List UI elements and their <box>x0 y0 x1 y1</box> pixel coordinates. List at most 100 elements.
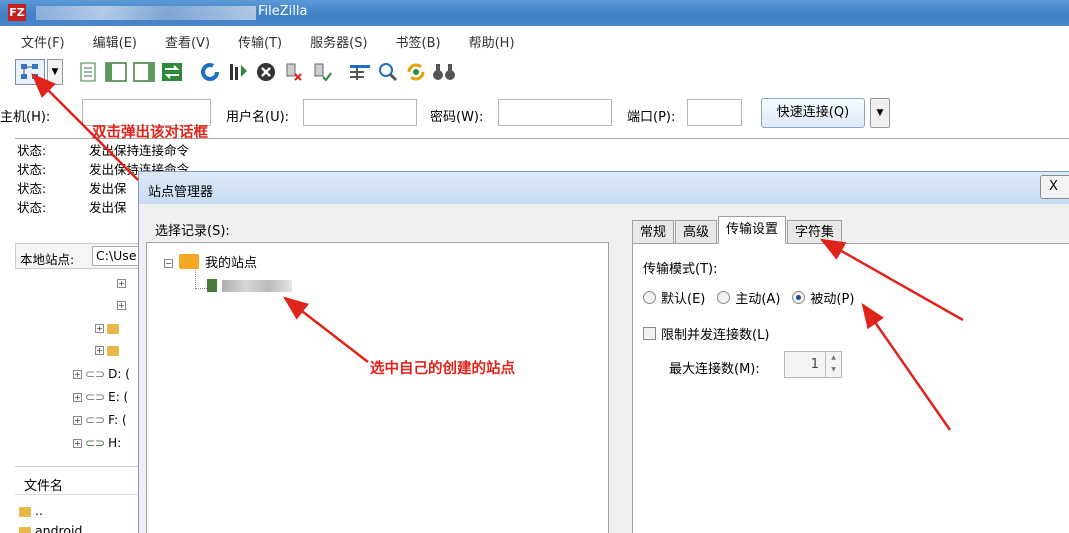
tree-node[interactable]: + <box>117 298 129 312</box>
tab-charset[interactable]: 字符集 <box>787 220 843 244</box>
compare-icon[interactable] <box>375 59 401 85</box>
host-label: 主机(H): <box>0 110 51 125</box>
process-queue-icon[interactable] <box>225 59 251 85</box>
max-connections-spinner[interactable]: 1 ▲ ▼ <box>784 351 842 378</box>
file-row[interactable]: .. <box>19 503 43 518</box>
local-site-bar: 本地站点: C:\Use <box>15 243 152 269</box>
username-input[interactable] <box>303 99 417 126</box>
radio-circle[interactable] <box>717 291 731 304</box>
radio-passive[interactable]: 被动(P) <box>792 288 854 307</box>
expand-icon[interactable]: + <box>117 279 126 288</box>
max-connections-value: 1 <box>810 357 819 372</box>
local-file-list: 文件名 .. android <box>15 466 140 533</box>
annotation-double-click: 双击弹出该对话框 <box>92 125 208 141</box>
checkbox[interactable] <box>643 327 656 340</box>
expand-icon[interactable]: + <box>73 416 82 425</box>
filezilla-logo-icon: FZ <box>8 4 26 21</box>
folder-icon <box>19 506 31 517</box>
blurred-site-name <box>222 279 292 292</box>
log-line: 状态: 发出保 <box>17 200 127 215</box>
spinner-arrows-icon[interactable]: ▲ ▼ <box>825 352 841 377</box>
menu-view[interactable]: 查看(V) <box>144 33 217 55</box>
sync-browse-icon[interactable] <box>403 59 429 85</box>
menu-transfer[interactable]: 传输(T) <box>217 33 289 55</box>
dialog-title-bar: 站点管理器 X <box>139 172 1069 204</box>
tree-node-drive-e[interactable]: + ⊂⊃ E: ( <box>73 390 128 404</box>
expand-icon[interactable]: + <box>95 346 104 355</box>
port-input[interactable] <box>687 99 742 126</box>
annotation-select-site: 选中自己的创建的站点 <box>370 361 515 377</box>
remote-tree-icon[interactable] <box>131 59 157 85</box>
dialog-title: 站点管理器 <box>148 185 214 200</box>
quickconnect-button[interactable]: 快速连接(Q) <box>761 98 865 128</box>
file-row[interactable]: android <box>19 523 82 533</box>
tree-node[interactable]: + <box>117 276 129 290</box>
folder-icon <box>19 526 31 533</box>
folder-icon <box>107 345 119 356</box>
menu-bookmarks[interactable]: 书签(B) <box>375 33 448 55</box>
radio-default[interactable]: 默认(E) <box>643 288 705 307</box>
transfer-mode-group: 默认(E) 主动(A) 被动(P) <box>643 288 854 307</box>
tree-node[interactable]: + <box>95 321 123 335</box>
tree-node-drive-h[interactable]: + ⊂⊃ H: <box>73 436 121 450</box>
tab-transfer-settings[interactable]: 传输设置 <box>718 216 787 244</box>
dropdown-arrow-icon[interactable]: ▼ <box>47 59 63 85</box>
filename-column-header[interactable]: 文件名 <box>15 467 140 495</box>
menu-server[interactable]: 服务器(S) <box>289 33 374 55</box>
close-icon[interactable]: X <box>1040 175 1069 199</box>
tab-general[interactable]: 常规 <box>632 220 675 244</box>
transfer-mode-label: 传输模式(T): <box>643 262 718 277</box>
max-connections-label: 最大连接数(M): <box>669 362 760 377</box>
site-manager-icon[interactable] <box>15 59 45 85</box>
drive-icon: ⊂⊃ <box>85 367 106 381</box>
select-entry-label: 选择记录(S): <box>155 224 230 239</box>
drive-icon: ⊂⊃ <box>85 413 106 427</box>
site-tree: − 我的站点 <box>146 242 609 533</box>
dialog-tabs: 常规 高级 传输设置 字符集 <box>632 216 843 244</box>
window-title: FileZilla <box>258 4 308 19</box>
toolbar: ▼ <box>15 57 457 87</box>
refresh-icon[interactable] <box>197 59 223 85</box>
transfer-queue-icon[interactable] <box>159 59 185 85</box>
expand-icon[interactable]: + <box>73 370 82 379</box>
quickconnect-dropdown-icon[interactable]: ▼ <box>870 98 890 128</box>
site-manager-dialog: 站点管理器 X 选择记录(S): − 我的站点 常规 高级 传输设置 字符集 传输… <box>138 171 1069 533</box>
limit-connections-checkbox[interactable]: 限制并发连接数(L) <box>643 324 769 343</box>
expand-icon[interactable]: + <box>73 439 82 448</box>
menu-file[interactable]: 文件(F) <box>0 33 72 55</box>
tab-advanced[interactable]: 高级 <box>675 220 718 244</box>
drive-icon: ⊂⊃ <box>85 390 106 404</box>
tree-node[interactable]: + <box>95 343 123 357</box>
search-icon[interactable] <box>431 59 457 85</box>
expand-icon[interactable]: + <box>73 393 82 402</box>
tree-connector <box>195 288 207 289</box>
expand-icon[interactable]: + <box>117 301 126 310</box>
disconnect-icon[interactable] <box>281 59 307 85</box>
local-tree-icon[interactable] <box>103 59 129 85</box>
folder-icon <box>179 254 199 269</box>
log-line: 状态: 发出保持连接命令 <box>17 143 190 158</box>
radio-active[interactable]: 主动(A) <box>717 288 780 307</box>
folder-icon <box>107 323 119 334</box>
reconnect-icon[interactable] <box>309 59 335 85</box>
menu-help[interactable]: 帮助(H) <box>448 33 522 55</box>
menu-edit[interactable]: 编辑(E) <box>72 33 144 55</box>
filter-icon[interactable] <box>347 59 373 85</box>
password-input[interactable] <box>498 99 612 126</box>
radio-circle[interactable] <box>643 291 656 304</box>
server-icon <box>207 279 217 292</box>
port-label: 端口(P): <box>627 110 676 125</box>
my-sites-node[interactable]: − 我的站点 <box>164 252 257 271</box>
radio-circle-checked[interactable] <box>792 291 806 304</box>
username-label: 用户名(U): <box>226 110 290 125</box>
expand-icon[interactable]: + <box>95 324 104 333</box>
collapse-icon[interactable]: − <box>164 259 173 268</box>
message-log-icon[interactable] <box>75 59 101 85</box>
local-directory-tree: + + + + + ⊂⊃ D: ( + ⊂⊃ E: ( + ⊂⊃ F: ( + ⊂⊃ H: <box>15 270 140 462</box>
cancel-icon[interactable] <box>253 59 279 85</box>
blurred-title-region <box>36 6 256 20</box>
tree-node-drive-d[interactable]: + ⊂⊃ D: ( <box>73 367 130 381</box>
tree-node-drive-f[interactable]: + ⊂⊃ F: ( <box>73 413 127 427</box>
site-entry[interactable] <box>207 278 292 292</box>
log-line: 状态: 发出保 <box>17 181 127 196</box>
